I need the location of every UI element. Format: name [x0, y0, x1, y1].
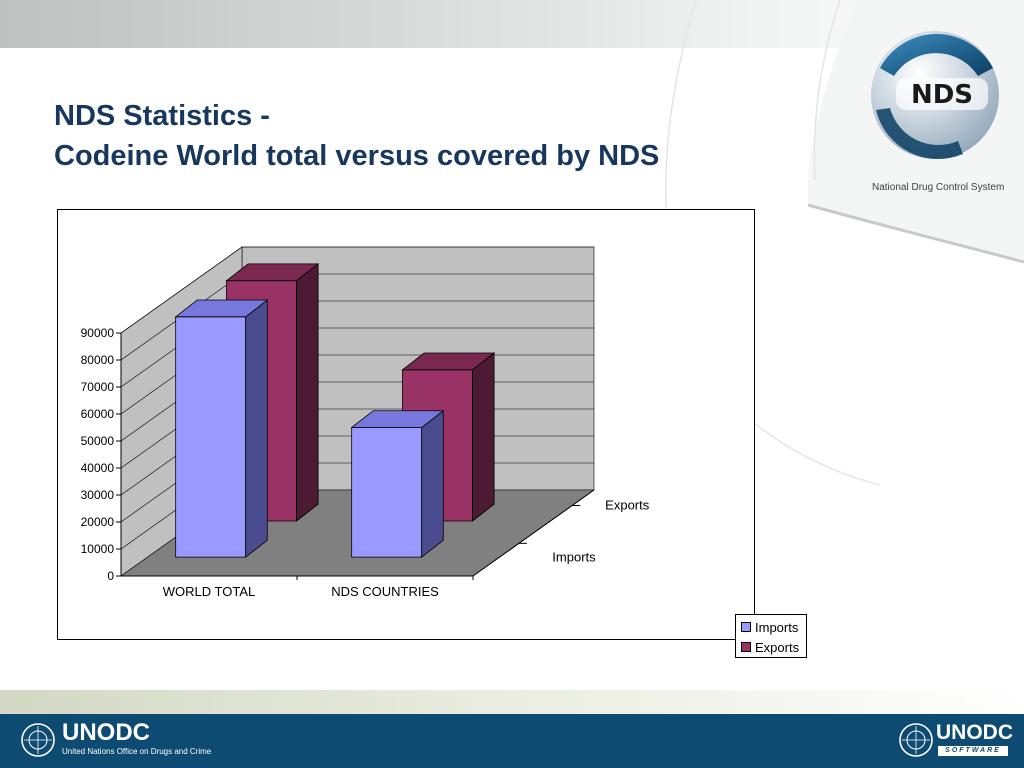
- y-tick-label: 40000: [81, 461, 115, 475]
- slide-title: NDS Statistics - Codeine World total ver…: [54, 96, 659, 176]
- footer-brand-left: UNODC: [62, 719, 150, 746]
- footer-brand-right: UNODC: [936, 721, 1013, 744]
- y-tick-label: 50000: [81, 434, 115, 448]
- y-tick-label: 10000: [81, 542, 115, 556]
- un-emblem-icon-right: [899, 723, 933, 757]
- bar-imports-1: [350, 409, 445, 558]
- logo-text: NDS: [911, 80, 973, 110]
- nds-logo-globe: NDS: [871, 31, 999, 159]
- y-tick-label: 60000: [81, 407, 115, 421]
- legend-label-imports: Imports: [755, 619, 799, 635]
- bar-imports-front: [175, 316, 247, 558]
- y-tick-label: 90000: [81, 326, 115, 340]
- category-label: NDS COUNTRIES: [331, 584, 439, 599]
- legend-label-exports: Exports: [755, 639, 800, 655]
- title-line-1: NDS Statistics -: [54, 100, 270, 132]
- bar-imports-front: [351, 427, 423, 558]
- y-tick-label: 20000: [81, 515, 115, 529]
- bar-imports-0: [174, 299, 269, 558]
- legend-item-exports: Exports: [741, 637, 806, 657]
- depth-label: Exports: [605, 497, 650, 512]
- y-tick-label: 70000: [81, 380, 115, 394]
- legend-swatch-exports: [741, 642, 751, 652]
- bar-exports-side: [296, 263, 319, 522]
- y-tick-label: 0: [107, 569, 114, 583]
- footer-band: [0, 690, 1024, 714]
- footer-bar: UNODC United Nations Office on Drugs and…: [0, 714, 1024, 768]
- depth-label: Imports: [552, 549, 596, 564]
- chart-frame: 0 10000 20000 30000 40000 50000 60000 70000 8000…: [57, 209, 807, 658]
- y-tick-label: 80000: [81, 353, 115, 367]
- legend-swatch-imports: [741, 622, 751, 632]
- chart-legend: Imports Exports: [735, 614, 807, 658]
- bar-imports-side: [421, 409, 444, 558]
- logo-caption: National Drug Control System: [872, 182, 1005, 193]
- footer-subtitle-left: United Nations Office on Drugs and Crime: [62, 747, 212, 756]
- title-line-2: Codeine World total versus covered by ND…: [54, 140, 660, 172]
- y-tick-label: 30000: [81, 488, 115, 502]
- bar-imports-side: [245, 299, 268, 558]
- category-label: WORLD TOTAL: [163, 584, 255, 599]
- bar-chart: 0 10000 20000 30000 40000 50000 60000 70000 8000…: [81, 246, 650, 599]
- footer-subtitle-right: SOFTWARE: [938, 746, 1008, 756]
- legend-item-imports: Imports: [741, 617, 806, 637]
- un-emblem-icon: [21, 723, 55, 757]
- bar-exports-side: [472, 352, 495, 522]
